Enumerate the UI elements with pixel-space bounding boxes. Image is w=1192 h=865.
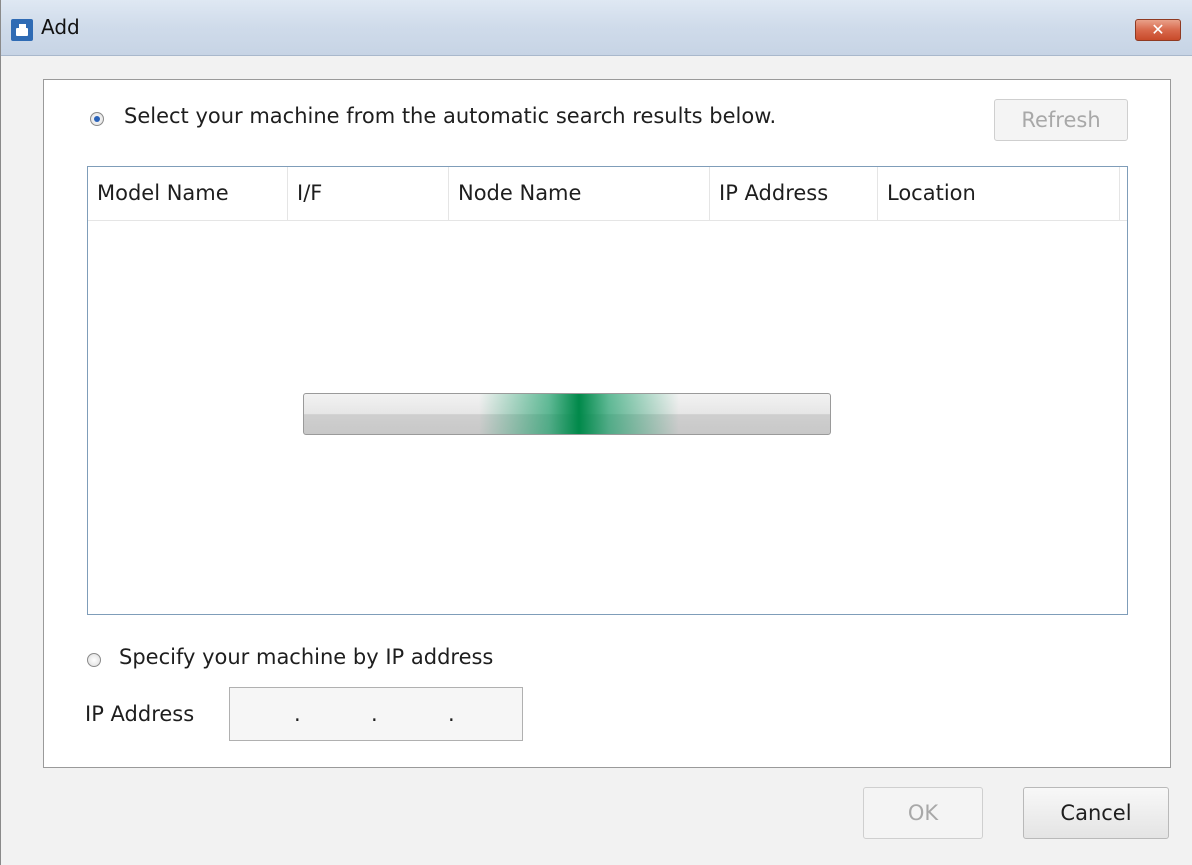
ip-address-label: IP Address <box>85 702 195 726</box>
close-button[interactable]: ✕ <box>1135 19 1181 41</box>
ip-separator: . <box>371 702 378 726</box>
column-header-model-name[interactable]: Model Name <box>88 167 288 220</box>
add-dialog: Add ✕ Select your machine from the autom… <box>0 0 1192 865</box>
search-progress-bar <box>303 393 831 435</box>
specify-ip-label[interactable]: Specify your machine by IP address <box>119 645 493 669</box>
column-header-ip-address[interactable]: IP Address <box>710 167 878 220</box>
printer-app-icon <box>11 19 33 41</box>
auto-search-radio[interactable] <box>90 112 104 126</box>
ip-separator: . <box>294 702 301 726</box>
printer-app-icon-body <box>16 28 28 36</box>
close-icon: ✕ <box>1151 20 1165 39</box>
specify-ip-radio[interactable] <box>87 653 101 667</box>
column-header-node-name[interactable]: Node Name <box>449 167 710 220</box>
title-bar: Add ✕ <box>1 0 1192 56</box>
cancel-button[interactable]: Cancel <box>1023 787 1169 839</box>
ok-button[interactable]: OK <box>863 787 983 839</box>
progress-marquee <box>479 394 679 434</box>
refresh-button[interactable]: Refresh <box>994 99 1128 141</box>
list-header: Model Name I/F Node Name IP Address Loca… <box>88 167 1127 221</box>
column-header-location[interactable]: Location <box>878 167 1120 220</box>
window-title: Add <box>41 15 80 39</box>
ip-separator: . <box>448 702 455 726</box>
auto-search-label[interactable]: Select your machine from the automatic s… <box>124 104 776 128</box>
column-header-if[interactable]: I/F <box>288 167 449 220</box>
search-results-list[interactable]: Model Name I/F Node Name IP Address Loca… <box>87 166 1128 615</box>
ip-address-input[interactable]: . . . <box>229 687 523 741</box>
